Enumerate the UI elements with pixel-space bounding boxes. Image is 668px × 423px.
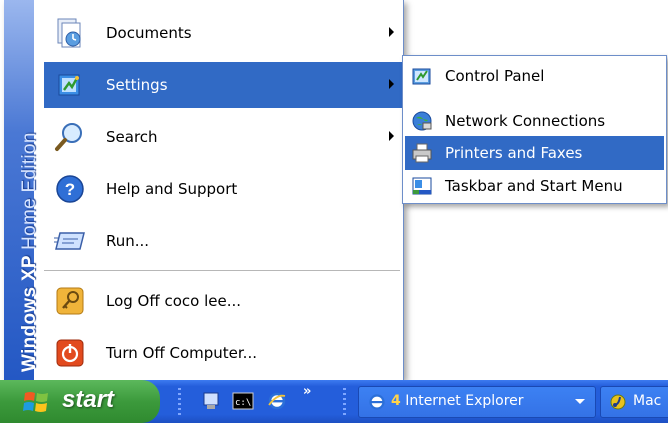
taskbar-divider bbox=[343, 388, 346, 416]
submenu-arrow-icon bbox=[389, 131, 394, 141]
windows-xp-side-banner: Windows XP Home Edition bbox=[4, 0, 40, 380]
command-prompt-icon[interactable]: c:\ bbox=[232, 390, 254, 412]
taskbar-button-media[interactable]: Mac bbox=[600, 386, 668, 418]
menu-item-log-off[interactable]: Log Off coco lee... bbox=[44, 278, 402, 324]
submenu-item-label: Taskbar and Start Menu bbox=[445, 177, 623, 195]
documents-icon bbox=[52, 15, 88, 51]
menu-item-run[interactable]: Run... bbox=[44, 218, 402, 264]
submenu-arrow-icon bbox=[389, 79, 394, 89]
window-group-count: 4 bbox=[391, 393, 401, 409]
settings-icon bbox=[52, 67, 88, 103]
menu-item-label: Run... bbox=[106, 232, 150, 250]
menu-item-search[interactable]: Search bbox=[44, 114, 402, 160]
banner-edition: Home Edition bbox=[19, 132, 40, 250]
start-menu: Windows XP Home Edition Documents Settin… bbox=[4, 0, 404, 380]
log-off-key-icon bbox=[52, 283, 88, 319]
menu-item-help-and-support[interactable]: ? Help and Support bbox=[44, 166, 402, 212]
taskbar-button-text: Mac bbox=[633, 393, 662, 409]
submenu-arrow-icon bbox=[389, 27, 394, 37]
search-icon bbox=[52, 119, 88, 155]
menu-item-settings[interactable]: Settings bbox=[44, 62, 402, 108]
quick-launch-overflow-chevron[interactable]: » bbox=[303, 384, 311, 399]
taskbar: start c:\ » 4 Internet Explorer Mac bbox=[0, 380, 668, 423]
menu-item-label: Turn Off Computer... bbox=[106, 344, 257, 362]
menu-item-turn-off-computer[interactable]: Turn Off Computer... bbox=[44, 330, 402, 376]
taskbar-button-label: 4 Internet Explorer bbox=[391, 393, 524, 409]
menu-item-label: Documents bbox=[106, 24, 192, 42]
menu-separator bbox=[44, 270, 400, 271]
menu-item-label: Help and Support bbox=[106, 180, 238, 198]
menu-item-label: Search bbox=[106, 128, 158, 146]
submenu-item-label: Control Panel bbox=[445, 67, 545, 85]
start-label: start bbox=[62, 386, 115, 413]
submenu-item-label: Network Connections bbox=[445, 112, 606, 130]
show-desktop-icon[interactable] bbox=[200, 390, 222, 412]
submenu-item-label: Printers and Faxes bbox=[445, 144, 583, 162]
printer-icon bbox=[409, 140, 435, 166]
submenu-item-control-panel[interactable]: Control Panel bbox=[405, 59, 664, 93]
control-panel-icon bbox=[409, 63, 435, 89]
taskbar-icon bbox=[409, 173, 435, 199]
settings-submenu: Control Panel Network Connections Printe… bbox=[402, 55, 667, 204]
media-player-icon bbox=[609, 393, 627, 415]
svg-text:?: ? bbox=[65, 180, 75, 199]
menu-item-documents[interactable]: Documents bbox=[44, 10, 402, 56]
internet-explorer-icon bbox=[368, 393, 386, 415]
submenu-item-network-connections[interactable]: Network Connections bbox=[405, 104, 664, 138]
run-icon bbox=[52, 223, 88, 259]
power-icon bbox=[52, 335, 88, 371]
svg-text:c:\: c:\ bbox=[235, 398, 251, 408]
internet-explorer-quicklaunch-icon[interactable] bbox=[266, 390, 288, 412]
chevron-down-icon bbox=[575, 399, 585, 404]
quick-launch-divider bbox=[178, 388, 181, 416]
submenu-item-taskbar-and-start-menu[interactable]: Taskbar and Start Menu bbox=[405, 169, 664, 203]
network-globe-icon bbox=[409, 108, 435, 134]
start-button[interactable]: start bbox=[0, 380, 160, 423]
taskbar-button-internet-explorer[interactable]: 4 Internet Explorer bbox=[358, 386, 596, 418]
help-icon: ? bbox=[52, 171, 88, 207]
menu-item-label: Settings bbox=[106, 76, 168, 94]
taskbar-button-text: Internet Explorer bbox=[405, 393, 524, 409]
windows-flag-icon bbox=[22, 390, 52, 418]
menu-item-label: Log Off coco lee... bbox=[106, 292, 242, 310]
banner-brand: Windows XP bbox=[19, 255, 40, 373]
submenu-item-printers-and-faxes[interactable]: Printers and Faxes bbox=[405, 136, 664, 170]
banner-text: Windows XP Home Edition bbox=[19, 132, 41, 372]
